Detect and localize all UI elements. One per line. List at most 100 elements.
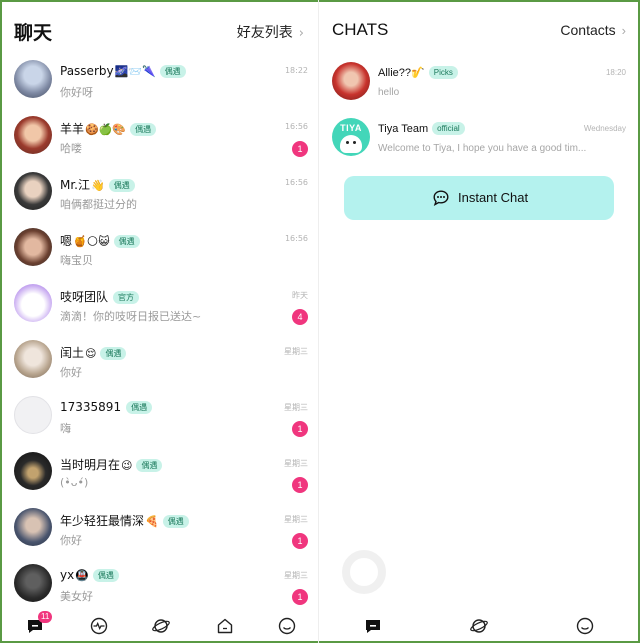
message-time: 18:20 [605,68,626,77]
status-tag: 偶遇 [162,515,189,528]
right-chat-panel: CHATS Contacts › Allie??🎷 Picks hello 18:2… [320,2,638,641]
status-tag: 偶遇 [100,347,127,360]
contacts-label: Contacts [560,22,616,38]
message-time: 16:56 [284,178,308,187]
chat-row[interactable]: 吱呀团队 官方 滴滴！你的吱呀日报已送达~ 昨天 4 [2,280,318,336]
last-message: 嗨宝贝 [60,254,93,267]
status-tag: 偶遇 [159,65,186,78]
status-tag: 官方 [113,291,140,304]
name-emoji: 🍪🍏🎨 [85,123,127,136]
last-message: 你好 [60,534,82,547]
chat-row-tiya-team[interactable]: TIYA Tiya Team official Welcome to Tiya, … [320,114,638,170]
name-emoji: 🚇 [75,569,89,582]
avatar [14,172,52,210]
chats-title: CHATS [332,20,389,39]
status-tag: 偶遇 [113,235,140,248]
message-time: 星期三 [284,403,308,412]
left-header: 聊天 好友列表 › [2,2,318,58]
unread-badge: 1 [292,477,308,493]
contact-name: 17335891 偶遇 [60,400,153,414]
contacts-link[interactable]: Contacts › [560,22,626,38]
avatar [14,340,52,378]
avatar [14,228,52,266]
chat-row[interactable]: Passerby🌌📨🌂 偶遇 你好呀 18:22 [2,56,318,112]
tab-explore[interactable] [470,617,488,635]
message-time: 16:56 [284,122,308,131]
name-emoji: 😉 [121,459,133,472]
name-emoji: 🌌📨🌂 [114,65,156,78]
instant-chat-button[interactable]: Instant Chat [344,176,614,220]
tiya-logo-avatar: TIYA [332,118,370,156]
unread-badge: 4 [292,309,308,325]
contact-name: Mr.江👋 偶遇 [60,176,135,193]
name-emoji: 🍯🌕😺 [73,235,110,248]
contact-name: Allie??🎷 Picks [378,66,458,79]
avatar [332,62,370,100]
planet-icon [152,619,170,633]
status-tag: 偶遇 [136,459,163,472]
picks-tag: Picks [428,66,458,79]
chat-row[interactable]: Mr.江👋 偶遇咱俩都挺过分的 16:56 [2,168,318,224]
last-message: 你好呀 [60,86,93,99]
message-time: 昨天 [292,291,308,300]
page-title: 聊天 [14,22,53,44]
message-time: 星期三 [284,515,308,524]
tab-home[interactable] [216,617,234,635]
last-message: 嗨 [60,422,71,435]
avatar [14,564,52,602]
friends-list-label: 好友列表 [236,25,293,41]
tab-profile[interactable] [278,617,296,635]
last-message: 滴滴！你的吱呀日报已送达~ [60,310,202,323]
message-time: 星期三 [284,347,308,356]
message-time: 18:22 [284,66,308,75]
contact-name: 当时明月在😉 偶遇 [60,456,163,473]
last-message: 哈喽 [60,142,82,155]
last-message: hello [378,87,400,98]
tab-chats[interactable] [364,617,382,635]
name-emoji: 🍕 [145,515,159,528]
status-tag: 偶遇 [108,179,135,192]
status-tag: 偶遇 [130,123,157,136]
message-time: 星期三 [284,459,308,468]
avatar [14,508,52,546]
smile-face-icon [278,617,296,635]
chat-row[interactable]: 年少轻狂最情深🍕 偶遇 你好 星期三 1 [2,504,318,560]
chat-row[interactable]: 17335891 偶遇嗨 星期三 1 [2,392,318,448]
contact-name: 羊羊🍪🍏🎨 偶遇 [60,120,157,137]
chevron-right-icon: › [298,26,304,41]
tab-moments[interactable] [90,617,108,635]
name-emoji: 😌 [85,347,97,360]
instant-chat-label: Instant Chat [458,190,529,205]
left-chat-panel: 聊天 好友列表 › Passerby🌌📨🌂 偶遇 你好呀 18:22 羊羊🍪🍏🎨 偶遇哈喽 1… [2,2,318,641]
contact-name: 年少轻狂最情深🍕 偶遇 [60,512,189,529]
friends-list-link[interactable]: 好友列表 › [237,22,304,42]
name-emoji: 👋 [91,179,105,192]
last-message: (•̀ᴗ•́) [60,476,89,489]
last-message: 咱俩都挺过分的 [60,198,137,211]
tab-chats[interactable]: 11 [26,611,53,635]
tab-explore[interactable] [152,617,170,635]
chat-row[interactable]: 嗯🍯🌕😺 偶遇 嗨宝贝 16:56 [2,224,318,280]
home-icon [217,618,233,634]
avatar [14,60,52,98]
bottom-tab-bar: 11 [2,607,318,641]
chat-row[interactable]: 闰土😌 偶遇 你好 星期三 [2,336,318,392]
last-message: Welcome to Tiya, I hope you have a good … [378,143,587,154]
chat-row[interactable]: 羊羊🍪🍏🎨 偶遇 哈喽 16:56 1 [2,112,318,168]
last-message: 你好 [60,366,82,379]
message-time: 16:56 [284,234,308,243]
official-tag: official [432,122,465,135]
avatar [14,284,52,322]
avatar [14,396,52,434]
chat-bubble-icon [366,620,380,633]
planet-icon [470,619,488,633]
avatar [14,116,52,154]
tab-profile[interactable] [576,617,594,635]
contact-name: yx🚇 偶遇 [60,568,119,582]
panel-divider [318,0,319,643]
contact-name: Passerby🌌📨🌂 偶遇 [60,64,186,78]
pulse-icon [90,617,108,635]
chat-row[interactable]: 当时明月在😉 偶遇 (•̀ᴗ•́) 星期三 1 [2,448,318,504]
chat-row-allie[interactable]: Allie??🎷 Picks hello 18:20 [320,58,638,114]
avatar [14,452,52,490]
